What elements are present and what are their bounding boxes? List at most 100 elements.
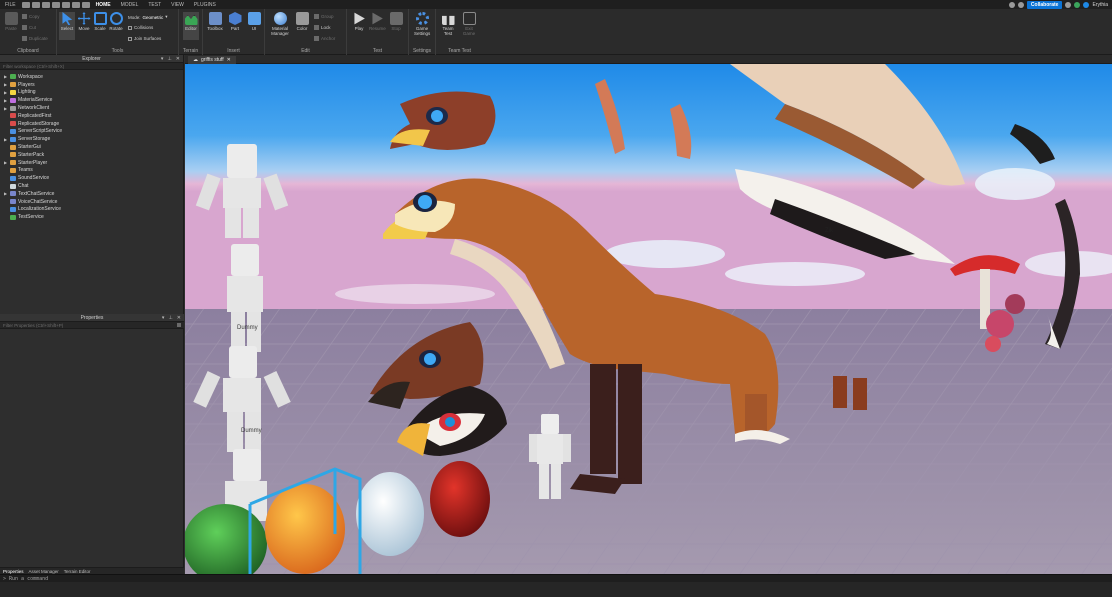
service-icon bbox=[10, 113, 16, 119]
undo-icon[interactable] bbox=[71, 1, 80, 8]
tab-view[interactable]: VIEW bbox=[166, 2, 189, 8]
paste-button[interactable]: Paste bbox=[3, 12, 19, 31]
anchor-icon bbox=[314, 36, 319, 41]
copy-button[interactable]: Copy bbox=[22, 14, 40, 19]
pin-icon[interactable]: ⊥ bbox=[168, 315, 172, 321]
explorer-filter-input[interactable] bbox=[3, 63, 173, 69]
new-file-icon[interactable] bbox=[21, 1, 30, 8]
explorer-item[interactable]: Chat bbox=[0, 182, 183, 190]
explorer-item[interactable]: ▶ TextChatService bbox=[0, 190, 183, 198]
nametag-dummy: Dummy bbox=[237, 325, 258, 331]
team-test-button[interactable]: Team Test bbox=[440, 12, 456, 36]
open-folder-icon[interactable] bbox=[31, 1, 40, 8]
explorer-item[interactable]: ▶ NetworkClient bbox=[0, 104, 183, 112]
toolbox-button[interactable]: Toolbox bbox=[207, 12, 223, 31]
close-icon[interactable]: ✕ bbox=[176, 56, 180, 62]
cursor-icon bbox=[62, 12, 73, 25]
close-tab-icon[interactable]: ✕ bbox=[227, 57, 231, 63]
tools-group-label: Tools bbox=[111, 48, 124, 54]
collaborate-button[interactable]: Collaborate bbox=[1026, 0, 1063, 9]
menu-bar: FILE HOME MODEL TEST VIEW PLUGINS Collab… bbox=[0, 0, 1112, 9]
settings-group: Game Settings Settings bbox=[409, 9, 436, 55]
stop-button[interactable]: Stop bbox=[388, 12, 404, 31]
part-button[interactable]: Part bbox=[227, 12, 243, 31]
close-icon[interactable]: ✕ bbox=[177, 315, 181, 321]
group-button[interactable]: Group bbox=[314, 14, 334, 19]
explorer-item[interactable]: SoundService bbox=[0, 174, 183, 182]
duplicate-button[interactable]: Duplicate bbox=[22, 36, 48, 41]
terrain-icon bbox=[184, 14, 198, 25]
tab-test[interactable]: TEST bbox=[143, 2, 166, 8]
explorer-item[interactable]: ▶ StarterPlayer bbox=[0, 159, 183, 167]
file-menu[interactable]: FILE bbox=[0, 2, 21, 8]
move-button[interactable]: Move bbox=[76, 12, 92, 31]
scale-button[interactable]: Scale bbox=[92, 12, 108, 31]
save-icon[interactable] bbox=[61, 1, 70, 8]
service-icon bbox=[10, 74, 16, 80]
refresh-icon[interactable] bbox=[1017, 1, 1024, 8]
help-icon[interactable] bbox=[1065, 1, 1072, 8]
expand-icon[interactable] bbox=[1008, 1, 1015, 8]
lock-icon bbox=[314, 25, 319, 30]
tab-properties[interactable]: Properties bbox=[3, 569, 24, 574]
dropdown-icon[interactable]: ▾ bbox=[162, 315, 165, 321]
cut-icon bbox=[22, 25, 27, 30]
command-input[interactable] bbox=[9, 575, 1010, 582]
team-test-group: Team Test Exit Game Team Test bbox=[436, 9, 483, 55]
explorer-item-label: LocalizationService bbox=[18, 206, 62, 213]
filter-options-icon[interactable] bbox=[177, 323, 181, 327]
boot-model bbox=[833, 376, 847, 408]
explorer-item[interactable]: ▶ Workspace bbox=[0, 73, 183, 81]
exit-game-button[interactable]: Exit Game bbox=[461, 12, 477, 36]
collisions-toggle[interactable]: Collisions bbox=[128, 25, 153, 30]
publish-icon[interactable] bbox=[51, 1, 60, 8]
lock-button[interactable]: Lock bbox=[314, 25, 331, 30]
explorer-item-label: StarterPack bbox=[18, 151, 45, 158]
explorer-item[interactable]: ServerScriptService bbox=[0, 128, 183, 136]
play-button[interactable]: Play bbox=[351, 12, 367, 31]
explorer-item[interactable]: StarterPack bbox=[0, 151, 183, 159]
explorer-item[interactable]: VoiceChatService bbox=[0, 198, 183, 206]
terrain-editor-button[interactable]: Editor bbox=[183, 12, 199, 40]
explorer-item[interactable]: ReplicatedStorage bbox=[0, 120, 183, 128]
mode-selector[interactable]: Mode: Geometric ▾ bbox=[128, 14, 168, 20]
explorer-item[interactable]: ▶ MaterialService bbox=[0, 96, 183, 104]
username[interactable]: Erythia bbox=[1092, 2, 1108, 8]
material-manager-button[interactable]: Material Manager bbox=[269, 12, 291, 36]
share-icon[interactable] bbox=[1083, 1, 1090, 8]
explorer-item-label: Workspace bbox=[18, 73, 43, 80]
tab-model[interactable]: MODEL bbox=[116, 2, 144, 8]
explorer-item[interactable]: ▶ Lighting bbox=[0, 89, 183, 97]
explorer-item[interactable]: LocalizationService bbox=[0, 206, 183, 214]
explorer-tree: ▶ Workspace ▶ Players ▶ Lighting ▶ MaterialServ… bbox=[0, 70, 183, 221]
explorer-item[interactable]: TestService bbox=[0, 213, 183, 221]
explorer-item[interactable]: ▶ Players bbox=[0, 81, 183, 89]
avatar[interactable] bbox=[1074, 1, 1081, 8]
game-settings-button[interactable]: Game Settings bbox=[414, 12, 430, 36]
explorer-item[interactable]: Teams bbox=[0, 167, 183, 175]
tab-terrain-editor[interactable]: Terrain Editor bbox=[64, 569, 91, 574]
ui-button[interactable]: UI bbox=[246, 12, 262, 31]
select-button[interactable]: Select bbox=[59, 12, 75, 40]
anchor-button[interactable]: Anchor bbox=[314, 36, 335, 41]
tab-plugins[interactable]: PLUGINS bbox=[189, 2, 221, 8]
tab-home[interactable]: HOME bbox=[91, 2, 116, 8]
duplicate-icon bbox=[22, 36, 27, 41]
explorer-item[interactable]: StarterGui bbox=[0, 143, 183, 151]
join-surfaces-toggle[interactable]: Join Surfaces bbox=[128, 36, 161, 41]
quick-access-dropdown-icon[interactable] bbox=[81, 1, 90, 8]
status-bar bbox=[0, 582, 1112, 597]
properties-filter-input[interactable] bbox=[3, 322, 173, 328]
rotate-button[interactable]: Rotate bbox=[108, 12, 124, 31]
document-tab[interactable]: ☁ griffis stuff ✕ bbox=[188, 56, 236, 64]
resume-button[interactable]: Resume bbox=[369, 12, 386, 31]
color-button[interactable]: Color bbox=[294, 12, 310, 31]
pin-icon[interactable]: ⊥ bbox=[167, 56, 171, 62]
explorer-item[interactable]: ▶ ServerStorage bbox=[0, 135, 183, 143]
dropdown-icon[interactable]: ▾ bbox=[161, 56, 164, 62]
redo-icon[interactable] bbox=[41, 1, 50, 8]
cut-button[interactable]: Cut bbox=[22, 25, 36, 30]
explorer-item[interactable]: ReplicatedFirst bbox=[0, 112, 183, 120]
viewport-3d[interactable]: Dummy Dummy Zik bbox=[185, 64, 1112, 574]
tab-asset-manager[interactable]: Asset Manager bbox=[29, 569, 59, 574]
